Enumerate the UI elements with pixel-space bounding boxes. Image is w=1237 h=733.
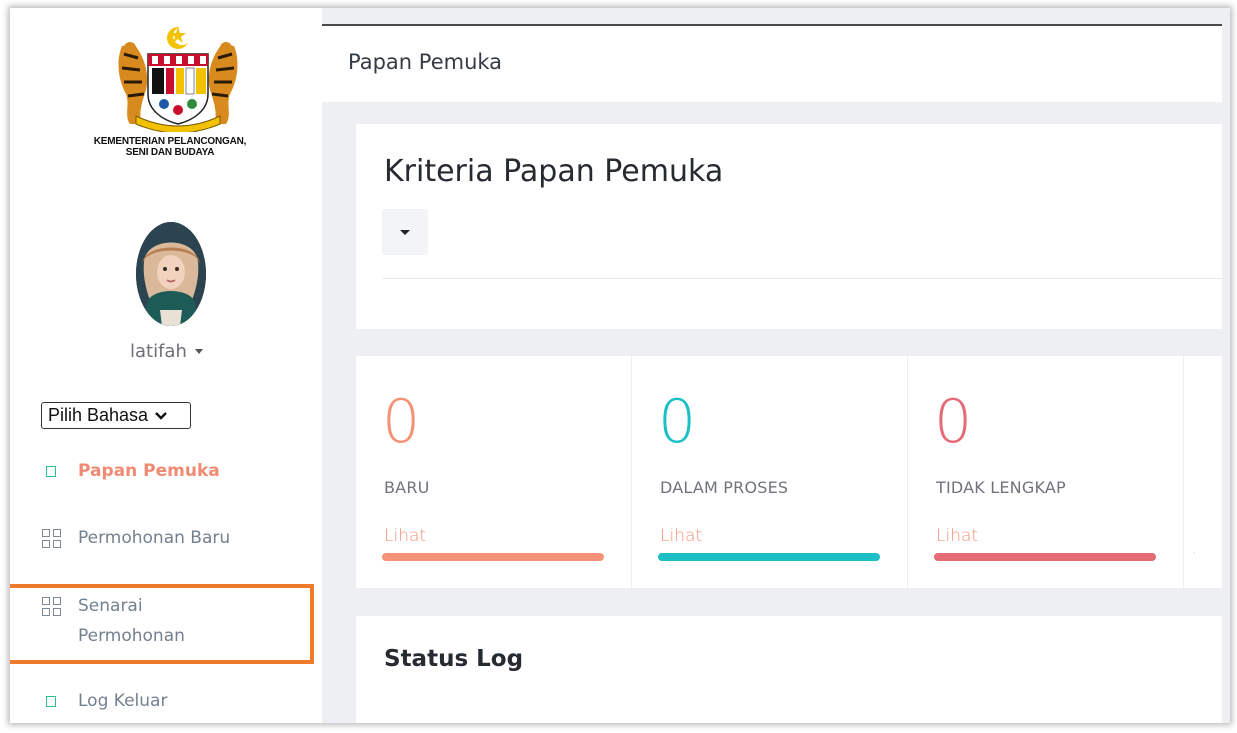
user-menu[interactable]: latifah xyxy=(130,341,203,362)
sidebar-item-log-keluar[interactable]: Log Keluar xyxy=(40,686,167,716)
page-header: Papan Pemuka xyxy=(322,26,1222,102)
sidebar-item-papan-pemuka[interactable]: Papan Pemuka xyxy=(40,456,220,486)
stat-view-link[interactable]: Lihat xyxy=(660,526,702,546)
language-select-value: Pilih Bahasa xyxy=(48,405,149,425)
sidebar-item-label: Permohonan Baru xyxy=(78,528,231,548)
square-icon xyxy=(40,686,62,716)
grid-icon xyxy=(40,523,62,553)
page-title: Papan Pemuka xyxy=(348,50,503,74)
stat-dalam-proses: 0 DALAM PROSES Lihat xyxy=(632,356,908,588)
username: latifah xyxy=(130,341,187,362)
sidebar: KEMENTERIAN PELANCONGAN, SENI DAN BUDAYA… xyxy=(10,8,322,723)
stat-view-link[interactable]: Lihat xyxy=(936,526,978,546)
ministry-name: KEMENTERIAN PELANCONGAN, SENI DAN BUDAYA xyxy=(40,136,300,158)
stat-partial: · xyxy=(1184,356,1222,588)
criteria-dropdown-button[interactable] xyxy=(382,209,428,255)
stat-progress-bar xyxy=(658,553,880,561)
square-icon xyxy=(40,456,62,486)
app-window: KEMENTERIAN PELANCONGAN, SENI DAN BUDAYA… xyxy=(10,8,1230,723)
sidebar-item-label: Papan Pemuka xyxy=(78,461,220,481)
criteria-card: Kriteria Papan Pemuka xyxy=(356,124,1222,329)
ministry-name-line2: SENI DAN BUDAYA xyxy=(125,147,215,158)
stat-label: TIDAK LENGKAP xyxy=(936,478,1066,497)
status-log-title: Status Log xyxy=(384,646,524,672)
divider xyxy=(382,278,1222,279)
criteria-title: Kriteria Papan Pemuka xyxy=(384,154,724,189)
avatar-portrait xyxy=(136,222,206,326)
stat-value: 0 xyxy=(658,387,697,457)
stat-value: 0 xyxy=(382,387,421,457)
sidebar-item-permohonan-baru[interactable]: Permohonan Baru xyxy=(40,523,230,553)
stat-value: 0 xyxy=(934,387,973,457)
caret-down-icon xyxy=(194,349,203,354)
stat-view-link[interactable]: Lihat xyxy=(384,526,426,546)
chevron-down-icon xyxy=(155,411,167,420)
caret-down-icon xyxy=(400,229,410,235)
ministry-name-line1: KEMENTERIAN PELANCONGAN, xyxy=(93,136,247,147)
main-content: Papan Pemuka Kriteria Papan Pemuka 0 BAR… xyxy=(322,8,1230,723)
stat-progress-bar xyxy=(382,553,604,561)
stat-label: BARU xyxy=(384,478,430,497)
highlight-box xyxy=(10,584,314,664)
partial-indicator: · xyxy=(1192,546,1196,560)
stat-label: DALAM PROSES xyxy=(660,478,789,497)
stat-tidak-lengkap: 0 TIDAK LENGKAP Lihat xyxy=(908,356,1184,588)
coat-of-arms-logo xyxy=(118,27,238,132)
avatar[interactable] xyxy=(136,222,206,326)
language-select[interactable]: Pilih Bahasa xyxy=(41,402,191,429)
sidebar-item-label: Log Keluar xyxy=(78,691,168,711)
stats-card: 0 BARU Lihat 0 DALAM PROSES Lihat 0 TIDA… xyxy=(356,356,1222,588)
stat-baru: 0 BARU Lihat xyxy=(356,356,632,588)
status-log-card: Status Log xyxy=(356,616,1222,723)
stat-progress-bar xyxy=(934,553,1156,561)
